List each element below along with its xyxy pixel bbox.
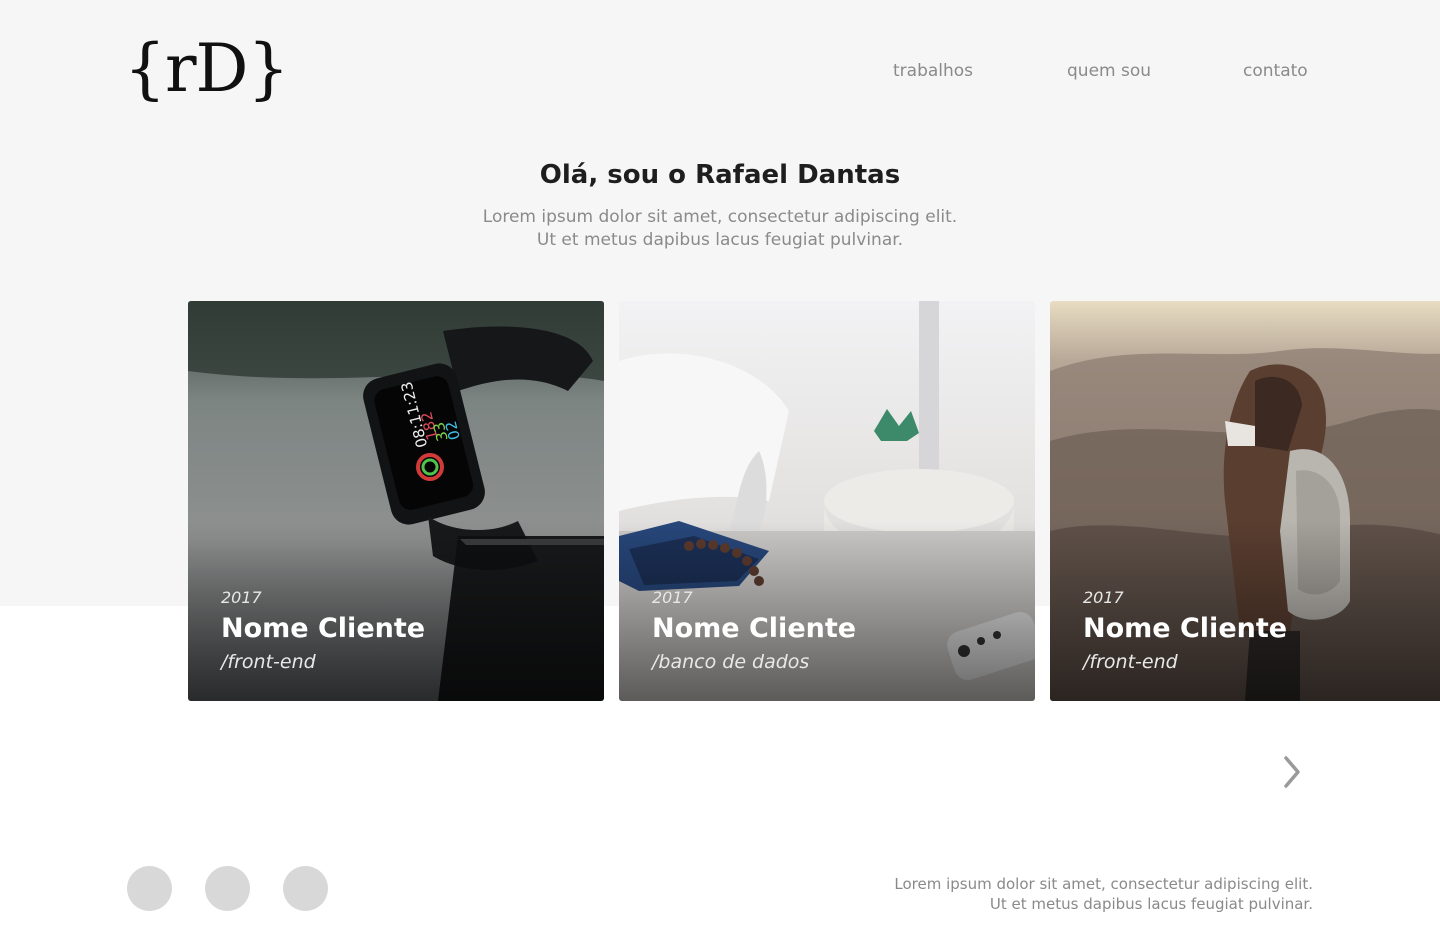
project-card[interactable]: 08:11:23 182 33 02 2017 Nome Cliente /fr… <box>188 301 604 701</box>
nav-link-quem-sou[interactable]: quem sou <box>1067 61 1151 81</box>
social-link[interactable] <box>127 866 172 911</box>
nav-link-trabalhos[interactable]: trabalhos <box>893 61 973 81</box>
project-year: 2017 <box>1083 588 1124 607</box>
nav-link-contato[interactable]: contato <box>1243 61 1308 81</box>
footer-line-2: Ut et metus dapibus lacus feugiat pulvin… <box>989 895 1313 913</box>
main-nav: trabalhos quem sou contato <box>0 61 1440 83</box>
project-client: Nome Cliente <box>652 613 857 644</box>
hero-subtitle-line-1: Lorem ipsum dolor sit amet, consectetur … <box>482 207 958 227</box>
page-title: Olá, sou o Rafael Dantas <box>539 160 901 190</box>
project-client: Nome Cliente <box>221 613 426 644</box>
footer-line-1: Lorem ipsum dolor sit amet, consectetur … <box>894 875 1313 893</box>
chevron-right-icon <box>1284 756 1300 788</box>
hero-subtitle: Lorem ipsum dolor sit amet, consectetur … <box>0 206 1440 252</box>
projects-carousel: 08:11:23 182 33 02 2017 Nome Cliente /fr… <box>188 301 1440 701</box>
project-year: 2017 <box>652 588 693 607</box>
footer-text: Lorem ipsum dolor sit amet, consectetur … <box>894 874 1313 914</box>
hero-subtitle-line-2: Ut et metus dapibus lacus feugiat pulvin… <box>536 230 904 250</box>
card-shade <box>188 521 604 701</box>
card-shade <box>1050 521 1440 701</box>
project-tag: /banco de dados <box>652 651 810 673</box>
project-tag: /front-end <box>1083 651 1178 673</box>
social-link[interactable] <box>283 866 328 911</box>
card-shade <box>619 521 1035 701</box>
social-link[interactable] <box>205 866 250 911</box>
project-tag: /front-end <box>221 651 316 673</box>
project-card[interactable]: 2017 Nome Cliente /front-end <box>1050 301 1440 701</box>
project-client: Nome Cliente <box>1083 613 1288 644</box>
carousel-next-button[interactable] <box>1278 754 1306 790</box>
project-card[interactable]: 2017 Nome Cliente /banco de dados <box>619 301 1035 701</box>
project-year: 2017 <box>221 588 262 607</box>
